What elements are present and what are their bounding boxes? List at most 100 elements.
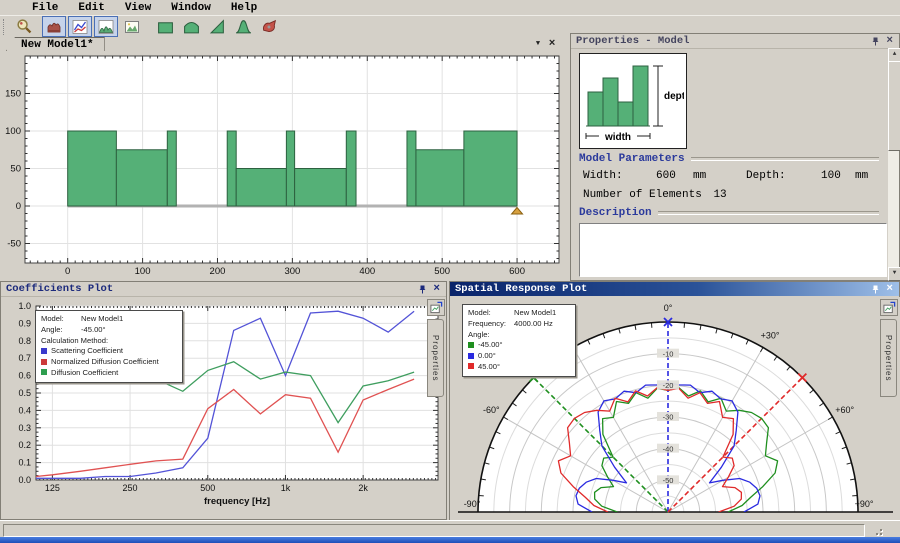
pin-icon[interactable]: [868, 285, 883, 294]
pin-icon[interactable]: [868, 37, 883, 46]
close-icon[interactable]: ×: [430, 284, 443, 294]
menu-window[interactable]: Window: [161, 2, 221, 14]
spatial-panel-title: Spatial Response Plot: [455, 283, 587, 295]
coefficients-legend: Model:New Model1 Angle:-45.00° Calculati…: [35, 310, 183, 383]
popout-chart-button[interactable]: [880, 299, 898, 316]
model-thumbnail: depth width: [579, 53, 687, 149]
thumb-bar: [633, 66, 648, 126]
svg-text:+30°: +30°: [761, 330, 780, 340]
spatial-panel-header[interactable]: Spatial Response Plot ×: [450, 282, 899, 296]
svg-text:125: 125: [45, 483, 60, 493]
zoom-button[interactable]: [12, 16, 36, 37]
svg-text:0°: 0°: [664, 303, 673, 313]
scattering-label: Scattering Coefficient: [51, 346, 123, 355]
svg-text:0.3: 0.3: [18, 423, 31, 433]
svg-text:600: 600: [509, 266, 525, 277]
spatial-legend: Model:New Model1 Frequency:4000.00 Hz An…: [462, 304, 576, 377]
properties-panel: Properties - Model × depth width: [570, 33, 900, 281]
spatial-response-icon: [98, 19, 114, 35]
svg-text:400: 400: [359, 266, 375, 277]
arch-shape-icon: [183, 18, 200, 35]
close-icon[interactable]: ×: [883, 284, 896, 294]
x-axis-title: frequency [Hz]: [204, 496, 270, 507]
model-view-button[interactable]: [42, 16, 66, 37]
angle-0-swatch: [468, 353, 474, 359]
svg-text:2k: 2k: [358, 483, 368, 493]
svg-text:-90°: -90°: [464, 499, 481, 509]
depth-param-value: 100: [821, 170, 841, 182]
svg-text:0.4: 0.4: [18, 405, 31, 415]
model-profile-chart: 0100200300400500600-50050100150: [0, 51, 568, 281]
shape-arch-button[interactable]: [179, 16, 203, 37]
scroll-up-icon[interactable]: ▲: [888, 48, 900, 62]
scroll-down-icon[interactable]: ▼: [888, 267, 900, 281]
legend-angle-value: -45.00°: [81, 325, 106, 334]
depth-param-label: Depth:: [746, 170, 786, 182]
properties-panel-header[interactable]: Properties - Model ×: [571, 34, 899, 49]
image-icon: [124, 19, 140, 35]
shape-triangle-button[interactable]: [205, 16, 229, 37]
tab-new-model1[interactable]: New Model1*: [6, 37, 105, 51]
svg-text:500: 500: [434, 266, 450, 277]
shape-bell-button[interactable]: [231, 16, 255, 37]
svg-text:300: 300: [284, 266, 300, 277]
svg-text:0.9: 0.9: [18, 318, 31, 328]
model-window-controls: ▼ ×: [531, 39, 559, 50]
svg-text:150: 150: [5, 89, 21, 100]
scrollbar-thumb[interactable]: [888, 61, 900, 151]
width-param-label: Width:: [583, 170, 623, 182]
vertical-tab-label: Properties: [884, 335, 893, 381]
svg-text:0.5: 0.5: [18, 388, 31, 398]
spatial-panel: Spatial Response Plot × -10-20-30-40-500…: [449, 281, 900, 520]
thumb-bar: [588, 92, 603, 126]
width-label: width: [604, 132, 631, 143]
model-profile-view[interactable]: 0100200300400500600-50050100150: [0, 51, 568, 281]
svg-text:1k: 1k: [281, 483, 291, 493]
tab-label: New Model1*: [21, 39, 94, 51]
menu-help[interactable]: Help: [221, 2, 267, 14]
svg-text:250: 250: [123, 483, 138, 493]
description-section: Description: [579, 207, 879, 219]
description-field[interactable]: [579, 223, 887, 277]
model-view-icon: [46, 19, 62, 35]
model-parameters-section: Model Parameters: [579, 153, 879, 165]
description-title: Description: [579, 207, 652, 219]
depth-label: depth: [664, 91, 684, 102]
legend-model-value: New Model1: [514, 308, 556, 317]
normalized-diffusion-swatch: [41, 359, 47, 365]
tab-list-dropdown-icon[interactable]: ▼: [531, 39, 545, 50]
svg-text:-40: -40: [663, 444, 674, 453]
legend-angle-label: Angle:: [41, 325, 81, 336]
red-tool-button[interactable]: [257, 16, 281, 37]
popout-chart-button[interactable]: [427, 299, 445, 316]
svg-text:0.6: 0.6: [18, 371, 31, 381]
spatial-plot-button[interactable]: [94, 16, 118, 37]
elements-row: Number of Elements 13: [583, 189, 727, 201]
legend-frequency-label: Frequency:: [468, 319, 514, 330]
svg-text:500: 500: [200, 483, 215, 493]
coefficients-plot-button[interactable]: [68, 16, 92, 37]
status-message-cell: [3, 524, 865, 537]
legend-model-label: Model:: [41, 314, 81, 325]
svg-text:0.8: 0.8: [18, 336, 31, 346]
normalized-diffusion-label: Normalized Diffusion Coefficient: [51, 357, 159, 366]
menu-edit[interactable]: Edit: [68, 2, 114, 14]
tab-properties-coefficients[interactable]: Properties: [427, 319, 444, 397]
popout-chart-icon: [883, 301, 896, 314]
menu-view[interactable]: View: [115, 2, 161, 14]
legend-model-label: Model:: [468, 308, 514, 319]
resize-grip[interactable]: [872, 526, 882, 535]
rectangle-shape-icon: [157, 18, 174, 35]
tab-properties-spatial[interactable]: Properties: [880, 319, 897, 397]
close-icon[interactable]: ×: [883, 36, 896, 46]
thumb-bar: [603, 78, 618, 126]
pin-icon[interactable]: [415, 285, 430, 294]
shape-rectangle-button[interactable]: [153, 16, 177, 37]
menu-file[interactable]: File: [22, 2, 68, 14]
model-window-close-icon[interactable]: ×: [545, 39, 559, 50]
bell-shape-icon: [235, 18, 252, 35]
svg-text:+60°: +60°: [835, 405, 854, 415]
legend-method-label: Calculation Method:: [41, 336, 177, 347]
coefficients-panel-header[interactable]: Coefficients Plot ×: [1, 282, 446, 297]
image-export-button[interactable]: [120, 16, 144, 37]
